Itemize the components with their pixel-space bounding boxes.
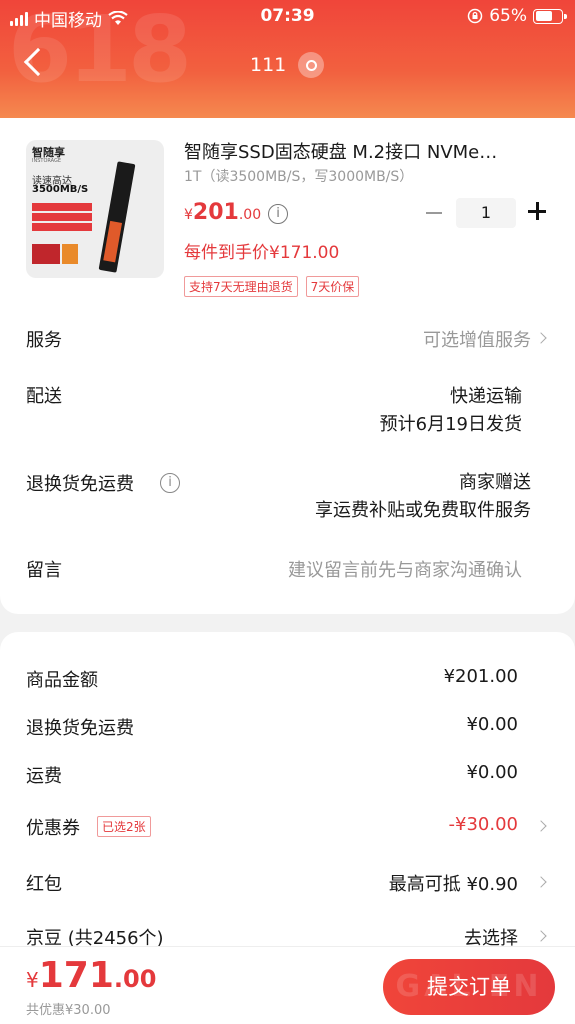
message-input[interactable]: 建议留言前先与商家沟通确认: [288, 556, 522, 582]
coupon-count-tag: 已选2张: [97, 816, 151, 837]
location-icon[interactable]: [298, 52, 324, 78]
badge-price-protect: 7天价保: [305, 276, 360, 297]
nav-bar: 111: [0, 42, 575, 92]
return-fee-value: ¥0.00: [466, 714, 518, 735]
return-shipping-value: 商家赠送: [459, 472, 531, 493]
service-badges: 支持7天无理由退货 7天价保: [184, 276, 360, 297]
service-label: 服务: [26, 330, 62, 351]
red-packet-value[interactable]: 最高可抵 ¥0.90: [389, 870, 518, 896]
message-label: 留言: [26, 560, 62, 581]
return-info-icon[interactable]: i: [160, 473, 180, 493]
service-chevron-icon[interactable]: [535, 332, 547, 344]
coupon-value[interactable]: -¥30.00: [449, 814, 518, 835]
quantity-input[interactable]: 1: [456, 198, 516, 228]
submit-order-button[interactable]: GAL EN 提交订单: [383, 959, 555, 1015]
product-spec[interactable]: 1T（读3500MB/S，写3000MB/S）: [184, 166, 413, 186]
shipping-label: 运费: [26, 766, 62, 787]
red-packet-chevron-icon[interactable]: [535, 876, 547, 888]
address-title[interactable]: 111: [250, 54, 286, 76]
delivery-label: 配送: [26, 386, 62, 407]
jingdou-chevron-icon[interactable]: [535, 930, 547, 942]
red-packet-label: 红包: [26, 874, 62, 895]
coupon-label: 优惠券: [26, 818, 80, 839]
ssd-illustration: [98, 161, 136, 273]
return-shipping-desc: 享运费补贴或免费取件服务: [315, 500, 531, 521]
coupon-chevron-icon[interactable]: [535, 820, 547, 832]
price-info-icon[interactable]: i: [268, 204, 288, 224]
battery-icon: [533, 8, 567, 24]
service-value[interactable]: 可选增值服务: [423, 326, 531, 352]
price-summary-card: 商品金额 ¥201.00 退换货免运费 ¥0.00 运费 ¥0.00 优惠券 已…: [0, 632, 575, 962]
return-fee-label: 退换货免运费: [26, 718, 134, 739]
total-discount: 共优惠¥30.00: [26, 1003, 111, 1018]
status-bar: 中国移动 07:39 65%: [0, 0, 575, 36]
delivery-value[interactable]: 快递运输: [450, 382, 522, 408]
product-title[interactable]: 智随享SSD固态硬盘 M.2接口 NVMe…: [184, 138, 554, 164]
shipping-value: ¥0.00: [466, 762, 518, 783]
total-price: ¥171.00: [26, 955, 157, 996]
orientation-lock-icon: [467, 8, 483, 24]
battery-percent: 65%: [489, 6, 527, 26]
return-shipping-label: 退换货免运费: [26, 474, 134, 495]
increase-quantity-button[interactable]: [528, 202, 546, 220]
checkout-bar: ¥171.00 共优惠¥30.00 GAL EN 提交订单: [0, 946, 575, 1024]
unit-price-label: 每件到手价¥171.00: [184, 243, 340, 263]
back-icon[interactable]: [23, 47, 53, 77]
delivery-date: 预计6月19日发货: [379, 414, 522, 435]
goods-amount-value: ¥201.00: [443, 666, 518, 687]
decrease-quantity-button[interactable]: [426, 212, 442, 214]
header: 618 中国移动 07:39 65% 111: [0, 0, 575, 118]
badge-return: 支持7天无理由退货: [184, 276, 298, 297]
goods-amount-label: 商品金额: [26, 670, 98, 691]
product-image[interactable]: 智随享 INSTORAGE 读速高达 3500MB/S: [26, 140, 164, 278]
product-price: ¥201.00: [184, 200, 262, 225]
order-card: 智随享 INSTORAGE 读速高达 3500MB/S 智随享SSD固态硬盘 M…: [0, 118, 575, 614]
